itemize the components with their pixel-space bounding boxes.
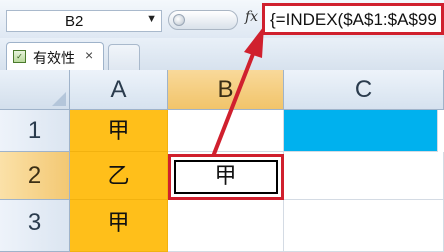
annotation-arrow	[212, 26, 264, 156]
arrow-shaft	[212, 52, 255, 156]
arrow-head	[244, 26, 264, 58]
